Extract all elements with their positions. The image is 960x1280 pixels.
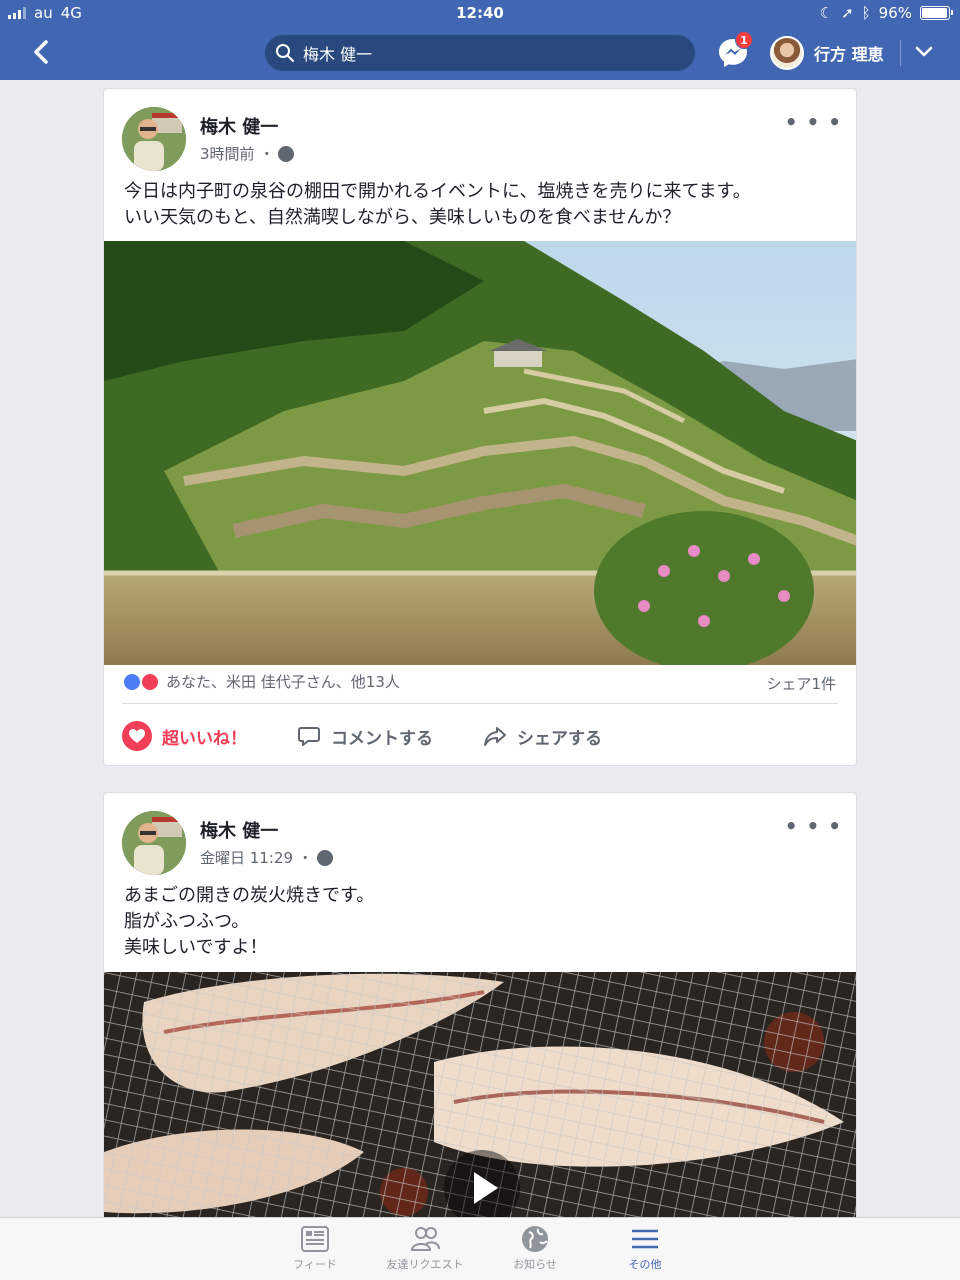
tab-friend-requests[interactable]: 友達リクエスト [370,1224,480,1272]
tab-notifications[interactable]: お知らせ [480,1224,590,1272]
more-options-icon[interactable]: • • • [785,816,842,836]
love-label: 超いいね！ [162,728,247,749]
share-button[interactable]: シェアする [483,724,602,749]
user-name: 行方 理恵 [814,45,884,64]
divider [122,703,838,704]
battery-percent: 96% [878,4,912,22]
menu-icon [632,1229,658,1249]
tab-label: フィード [293,1258,337,1271]
reaction-names: あなた、米田 佳代子さん、他13人 [166,673,400,691]
search-icon [276,44,294,62]
battery-icon [920,6,953,20]
comment-label: コメントする [331,728,433,749]
search-input[interactable] [303,43,683,63]
author-name[interactable]: 梅木 健一 [200,817,278,843]
search-bar[interactable] [265,35,695,71]
post-meta: 3時間前 ・ [200,143,295,164]
post-text: あまごの開きの炭火焼きです。 脂がふつふつ。 美味しいですよ！ [124,885,375,958]
author-avatar[interactable] [122,107,186,171]
tab-label: 友達リクエスト [386,1258,464,1271]
tab-label: その他 [628,1258,662,1271]
feed-icon [301,1226,329,1252]
messenger-badge: 1 [735,31,753,49]
location-icon: ➚ [841,4,854,22]
reaction-summary[interactable]: あなた、米田 佳代子さん、他13人 [122,671,400,692]
share-label: シェアする [517,728,602,749]
comment-button[interactable]: コメントする [297,724,433,749]
share-icon [484,727,506,746]
globe-icon [316,849,333,866]
comment-icon [298,727,320,746]
share-count[interactable]: シェア1件 [766,673,836,694]
post-meta: 金曜日 11:29 ・ [200,847,333,868]
post-time[interactable]: 3時間前 ・ [200,143,274,164]
video-play-button[interactable] [444,1150,520,1217]
like-icon [122,671,142,692]
tab-feed[interactable]: フィード [260,1224,370,1272]
tab-label: お知らせ [513,1258,557,1271]
avatar [770,36,804,70]
status-bar: au 4G 12:40 ☾ ➚ ᛒ 96% [0,0,960,26]
post-photo[interactable] [104,241,856,665]
heart-icon [122,721,152,751]
author-name[interactable]: 梅木 健一 [200,113,278,139]
back-arrow-icon[interactable] [28,38,56,66]
post-video[interactable] [104,972,856,1217]
post-text: 今日は内子町の泉谷の棚田で開かれるイベントに、塩焼きを売りに来てます。 いい天気… [124,181,751,228]
author-photo [122,811,186,875]
profile-shortcut[interactable]: 行方 理恵 [770,36,884,70]
top-navigation-bar: au 4G 12:40 ☾ ➚ ᛒ 96% 1 行方 理恵 [0,0,960,80]
status-time: 12:40 [456,4,504,22]
globe-icon [278,145,295,162]
divider [900,40,901,66]
battery-level [922,8,947,18]
author-avatar[interactable] [122,811,186,875]
post-actions: 超いいね！ コメントする シェアする [122,711,602,761]
moon-icon: ☾ [819,4,834,22]
author-photo [122,107,186,171]
love-icon [140,671,160,692]
feed-post: 梅木 健一 金曜日 11:29 ・ • • • あまごの開きの炭火焼きです。 脂… [103,792,857,1217]
status-right: ☾ ➚ ᛒ 96% [819,4,953,22]
more-options-icon[interactable]: • • • [785,112,842,132]
friends-icon [410,1227,440,1251]
chevron-down-icon[interactable] [914,44,934,60]
feed-post: 梅木 健一 3時間前 ・ • • • 今日は内子町の泉谷の棚田で開かれるイベント… [103,88,857,766]
tab-more[interactable]: その他 [590,1224,700,1272]
bluetooth-icon: ᛒ [861,4,871,22]
love-reaction-button[interactable]: 超いいね！ [122,721,247,751]
bottom-tab-bar: フィード 友達リクエスト お知らせ その他 [0,1217,960,1280]
globe-icon [522,1226,548,1252]
post-time[interactable]: 金曜日 11:29 ・ [200,847,313,868]
rice-terrace-image [104,241,856,665]
